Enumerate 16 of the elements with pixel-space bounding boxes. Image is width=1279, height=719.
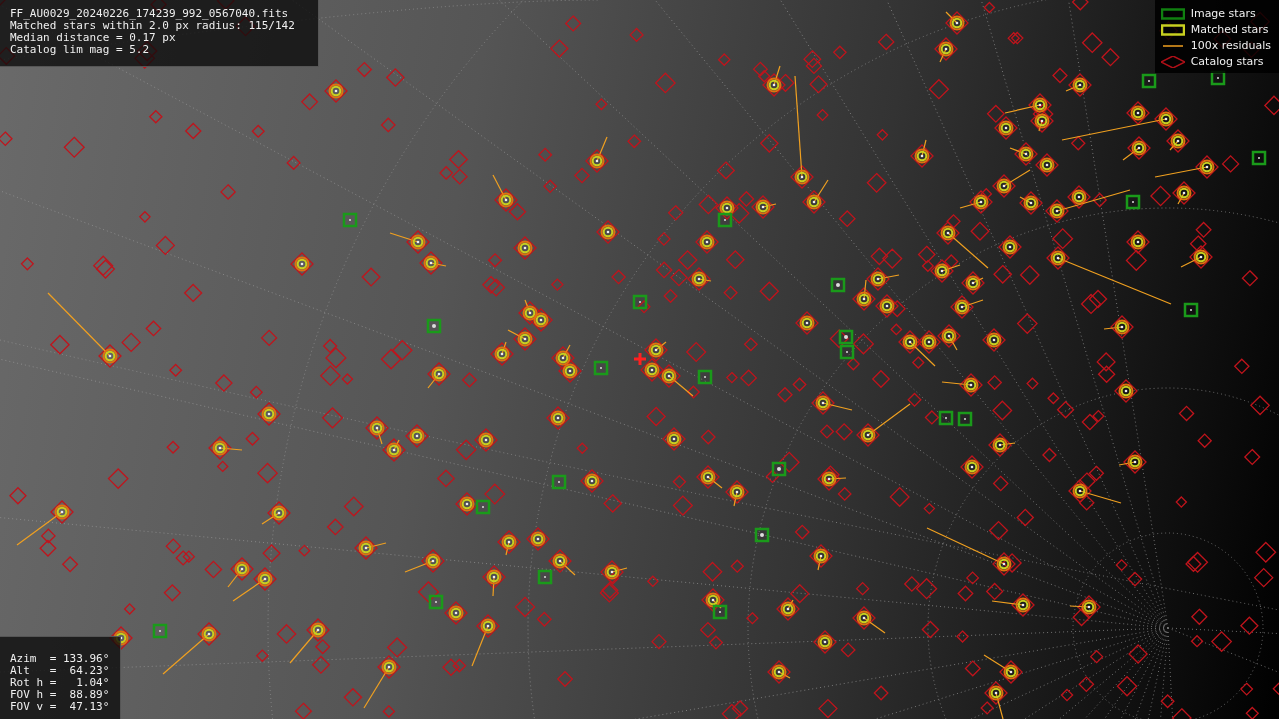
legend-label: Matched stars	[1190, 23, 1269, 36]
info-text: Median distance = 0.17 px	[10, 32, 177, 44]
legend-label: Catalog stars	[1190, 55, 1264, 68]
info-text: Catalog lim mag = 5.2	[10, 44, 151, 56]
legend-label: Image stars	[1190, 7, 1256, 20]
pointing-text: FOV v = 47.13°	[10, 701, 111, 713]
pointing-text: Azim = 133.96°	[10, 653, 111, 665]
info-text: FF_AU0029_20240226_174239_992_0567040.fits	[10, 8, 290, 20]
image-star-icon	[1160, 7, 1185, 20]
matched-star-icon	[1160, 23, 1185, 36]
pointing-text: Alt = 64.23°	[10, 665, 111, 677]
diamond-icon	[1160, 55, 1185, 68]
legend-label: 100x residuals	[1190, 39, 1271, 52]
pointing-text: FOV h = 88.89°	[10, 689, 111, 701]
pointing-text: Rot h = 1.04°	[10, 677, 111, 689]
info-text: Matched stars within 2.0 px radius: 115/142	[10, 20, 296, 32]
